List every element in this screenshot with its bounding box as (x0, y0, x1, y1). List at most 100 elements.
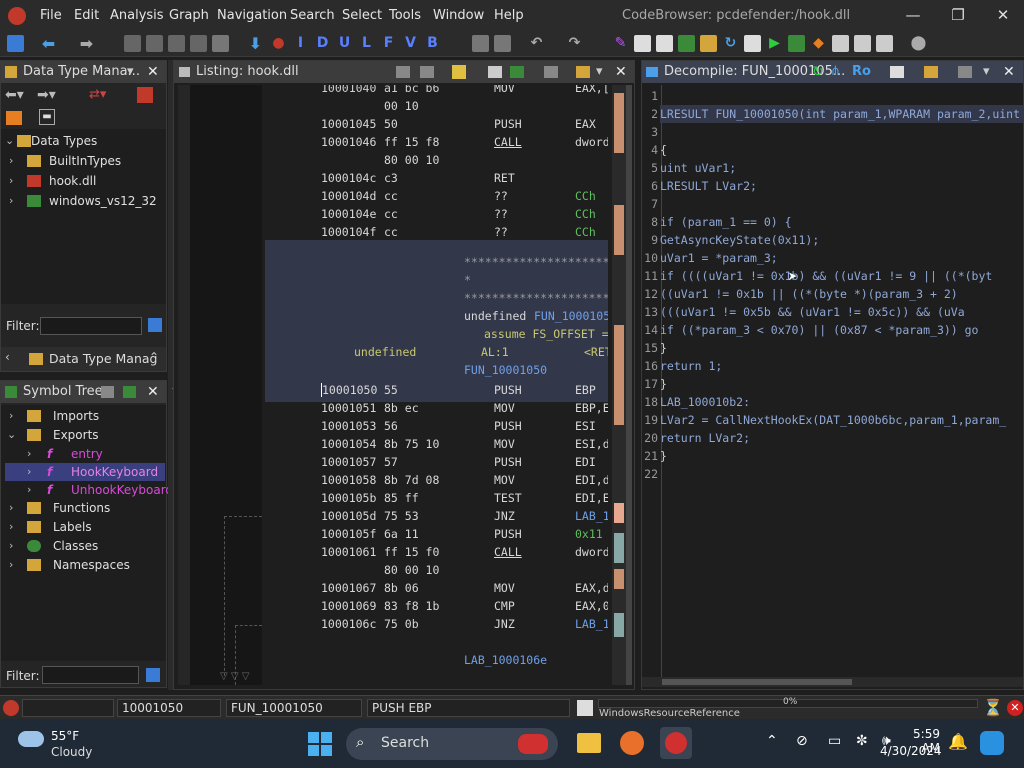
archive-icon[interactable] (6, 111, 22, 125)
chevron-right-icon[interactable]: › (9, 556, 19, 574)
copy-icon[interactable] (396, 66, 410, 78)
menu-window[interactable]: Window (433, 8, 484, 23)
listing-code[interactable]: 10001040 a1 bc b6 MOV EAX,[ 00 10 100010… (265, 85, 608, 685)
diamond-icon[interactable]: ◆ (810, 35, 827, 52)
listing-icon[interactable] (634, 35, 651, 52)
arrange-icon[interactable]: ⇄▾ (89, 87, 106, 102)
network-off-icon[interactable]: ⊘ (796, 733, 808, 749)
filter-toggle-icon[interactable] (137, 87, 153, 103)
windows-start-icon[interactable] (308, 732, 332, 756)
nav-letter-u[interactable]: U (336, 35, 353, 52)
cancel-icon[interactable]: ✕ (1007, 700, 1023, 716)
nav-letter-b[interactable]: B (424, 35, 441, 52)
tree-item-hookkeyboard[interactable]: › f HookKeyboard (5, 463, 165, 481)
toolbar-doc-icon[interactable] (124, 35, 141, 52)
nav-letter-d[interactable]: D (314, 35, 331, 52)
close-icon[interactable]: ✕ (147, 381, 159, 403)
down-arrow-icon[interactable]: ⬇ (247, 35, 264, 52)
horizontal-scrollbar[interactable] (642, 677, 1023, 687)
forward-arrow-icon[interactable]: ➡ (78, 35, 95, 52)
taskbar-search-box[interactable]: ⌕ Search (346, 728, 558, 760)
tab-scroll-left-icon[interactable]: ‹ (5, 350, 10, 364)
snapshot-icon[interactable] (544, 66, 558, 78)
graph-icon[interactable]: ⋔ (830, 61, 841, 83)
close-icon[interactable]: ✕ (615, 61, 627, 83)
redo-icon[interactable]: ↷ (566, 35, 583, 52)
maximize-icon[interactable]: ❐ (945, 4, 971, 26)
back-arrow-icon[interactable]: ⬅▾ (5, 87, 24, 103)
weather-desc[interactable]: Cloudy (51, 745, 92, 759)
toolbar-doc-icon[interactable] (190, 35, 207, 52)
toolbar-tool-icon[interactable] (494, 35, 511, 52)
structure-icon[interactable] (876, 35, 893, 52)
table-icon[interactable] (678, 35, 695, 52)
menu-navigation[interactable]: Navigation (217, 8, 287, 23)
snapshot-icon[interactable] (958, 66, 972, 78)
window-icon[interactable] (854, 35, 871, 52)
nav-letter-v[interactable]: V (402, 35, 419, 52)
terminal-icon[interactable] (788, 35, 805, 52)
grid-icon[interactable] (832, 35, 849, 52)
chevron-right-icon[interactable]: › (9, 192, 19, 210)
close-icon[interactable]: ✕ (990, 4, 1016, 26)
cursor-icon[interactable] (452, 65, 466, 79)
save-icon[interactable] (7, 35, 24, 52)
menu-file[interactable]: File (40, 8, 62, 23)
nav-letter-i[interactable]: I (292, 35, 309, 52)
menu-select[interactable]: Select (342, 8, 382, 23)
display-icon[interactable]: ▭ (828, 733, 841, 749)
menu-tools[interactable]: Tools (389, 8, 421, 23)
chevron-right-icon[interactable]: › (9, 172, 19, 190)
firefox-icon[interactable] (620, 731, 644, 755)
folder-icon[interactable] (700, 35, 717, 52)
datatype-filter-input[interactable] (40, 317, 142, 335)
filter-options-icon[interactable] (148, 318, 162, 332)
menu-edit[interactable]: Edit (74, 8, 99, 23)
export-icon[interactable] (101, 386, 114, 398)
decompile-code[interactable]: 1 2 3 4 5 6 7 8 9 10 11 12 13 14 15 16 1… (642, 85, 1023, 685)
copy-icon[interactable] (890, 66, 904, 78)
vertical-scrollbar[interactable] (626, 85, 632, 685)
undo-icon[interactable]: ↶ (528, 35, 545, 52)
close-icon[interactable]: ✕ (147, 61, 159, 83)
ghidra-taskbar-icon[interactable] (660, 727, 692, 759)
refresh-icon[interactable] (123, 386, 136, 398)
menu-analysis[interactable]: Analysis (110, 8, 164, 23)
refresh-icon[interactable]: ↻ (812, 61, 824, 83)
copilot-icon[interactable] (980, 731, 1004, 755)
chevron-right-icon[interactable]: › (27, 445, 37, 463)
chart-icon[interactable] (510, 66, 524, 78)
panel-menu-icon[interactable]: ▾ (596, 61, 603, 83)
panel-menu-icon[interactable]: ▾ (127, 61, 134, 83)
toolbar-doc-icon[interactable] (146, 35, 163, 52)
menu-search[interactable]: Search (290, 8, 335, 23)
format-icon[interactable] (488, 66, 502, 78)
panel-menu-icon[interactable]: ▾ (983, 61, 990, 83)
chevron-right-icon[interactable]: › (9, 537, 19, 555)
scrollbar-thumb[interactable] (662, 679, 852, 685)
file-explorer-icon[interactable] (577, 733, 601, 753)
menu-graph[interactable]: Graph (169, 8, 209, 23)
run-icon[interactable]: ▶ (766, 35, 783, 52)
stop-icon[interactable]: ● (270, 35, 287, 52)
tray-expand-icon[interactable]: ⌃ (766, 733, 778, 749)
ro-label[interactable]: Ro (852, 61, 871, 83)
nav-letter-f[interactable]: F (380, 35, 397, 52)
chevron-down-icon[interactable]: ⌄ (7, 426, 17, 444)
nav-letter-l[interactable]: L (358, 35, 375, 52)
edit-icon[interactable] (924, 66, 938, 78)
listing-overview-bar[interactable] (612, 85, 632, 685)
script-icon[interactable] (744, 35, 761, 52)
chevron-right-icon[interactable]: › (27, 463, 37, 481)
toolbar-doc-icon[interactable] (212, 35, 229, 52)
back-arrow-icon[interactable]: ⬅ (40, 35, 57, 52)
accessibility-icon[interactable]: ✼ (856, 733, 868, 749)
chevron-right-icon[interactable]: › (9, 407, 19, 425)
minimize-icon[interactable]: — (900, 4, 926, 26)
paste-icon[interactable] (420, 66, 434, 78)
refresh-icon[interactable]: ↻ (722, 35, 739, 52)
pencil-icon[interactable]: ✎ (612, 35, 629, 52)
chevron-down-icon[interactable]: ⌄ (5, 132, 15, 150)
notification-bell-icon[interactable]: 🔔 (948, 732, 968, 751)
toolbar-doc-icon[interactable] (168, 35, 185, 52)
